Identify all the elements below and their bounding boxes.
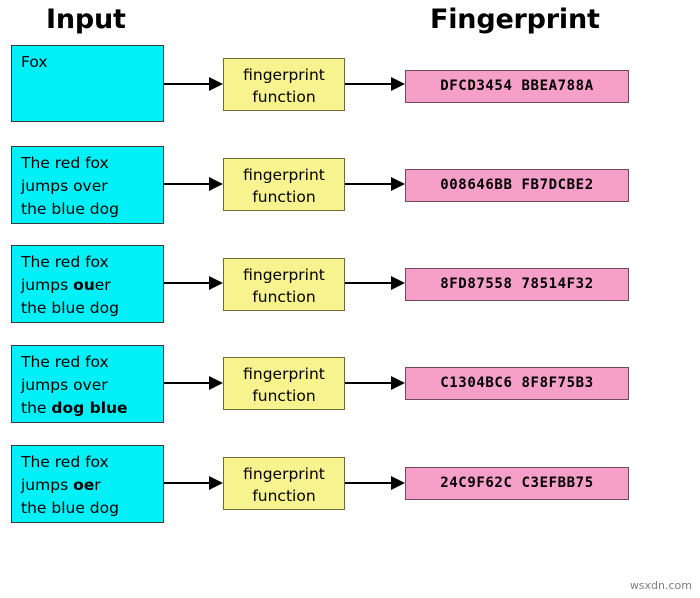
function-label-line-1: fingerprint: [243, 465, 325, 483]
function-label-line-2: function: [252, 88, 316, 106]
input-message-box: The red fox jumps over the dog blue: [11, 345, 164, 423]
input-text-line: the blue dog: [21, 198, 163, 221]
fingerprint-function-box: fingerprint function: [223, 457, 345, 510]
input-text-segment: the blue dog: [21, 299, 119, 317]
input-text-line: jumps oer: [21, 474, 163, 497]
arrow-shaft: [164, 382, 210, 384]
input-text-line: The red fox: [21, 351, 163, 374]
fingerprint-hash-box: 24C9F62C C3EFBB75: [405, 467, 629, 500]
arrow-input-to-function: [164, 276, 223, 290]
input-text-segment: er: [94, 276, 111, 294]
column-heading-input: Input: [46, 4, 126, 35]
function-label-line-2: function: [252, 387, 316, 405]
input-text-segment: The red fox: [21, 154, 109, 172]
arrow-function-to-fingerprint: [345, 276, 405, 290]
input-text-segment: The red fox: [21, 453, 109, 471]
arrow-shaft: [345, 183, 392, 185]
input-text-line: jumps over: [21, 374, 163, 397]
arrow-shaft: [164, 183, 210, 185]
input-text-segment: jumps over: [21, 376, 108, 394]
input-text-segment: r: [94, 476, 101, 494]
input-text-segment: jumps: [21, 276, 74, 294]
input-text-segment: jumps over: [21, 177, 108, 195]
arrow-shaft: [345, 482, 392, 484]
arrow-head-icon: [209, 476, 223, 490]
function-label-line-2: function: [252, 487, 316, 505]
arrow-input-to-function: [164, 177, 223, 191]
input-message-box: The red fox jumps over the blue dog: [11, 146, 164, 224]
input-message-box: The red fox jumps ouer the blue dog: [11, 245, 164, 323]
arrow-shaft: [164, 83, 210, 85]
arrow-head-icon: [391, 276, 405, 290]
input-text-segment: the blue dog: [21, 499, 119, 517]
fingerprint-hash-box: 008646BB FB7DCBE2: [405, 169, 629, 202]
arrow-function-to-fingerprint: [345, 376, 405, 390]
arrow-function-to-fingerprint: [345, 77, 405, 91]
input-text-line: jumps ouer: [21, 274, 163, 297]
arrow-head-icon: [209, 177, 223, 191]
arrow-shaft: [345, 282, 392, 284]
arrow-head-icon: [391, 177, 405, 191]
fingerprint-hash-box: DFCD3454 BBEA788A: [405, 70, 629, 103]
arrow-shaft: [164, 482, 210, 484]
input-text-line: The red fox: [21, 451, 163, 474]
input-message-box: The red fox jumps oer the blue dog: [11, 445, 164, 523]
arrow-head-icon: [209, 376, 223, 390]
input-text-emphasis: oe: [73, 476, 95, 494]
input-text-segment: the blue dog: [21, 200, 119, 218]
fingerprint-function-box: fingerprint function: [223, 357, 345, 410]
input-text-segment: jumps: [21, 476, 74, 494]
arrow-head-icon: [391, 476, 405, 490]
arrow-head-icon: [391, 77, 405, 91]
input-text-line: The red fox: [21, 251, 163, 274]
function-label-line-1: fingerprint: [243, 66, 325, 84]
arrow-shaft: [345, 83, 392, 85]
function-label-line-1: fingerprint: [243, 166, 325, 184]
input-text-line: jumps over: [21, 175, 163, 198]
arrow-input-to-function: [164, 77, 223, 91]
fingerprint-diagram: Input Fingerprint Fox fingerprint function…: [0, 0, 700, 598]
arrow-input-to-function: [164, 376, 223, 390]
arrow-function-to-fingerprint: [345, 177, 405, 191]
arrow-head-icon: [391, 376, 405, 390]
column-heading-fingerprint: Fingerprint: [430, 4, 600, 35]
function-label-line-2: function: [252, 288, 316, 306]
function-label-line-1: fingerprint: [243, 266, 325, 284]
input-text-segment: The red fox: [21, 353, 109, 371]
arrow-input-to-function: [164, 476, 223, 490]
arrow-shaft: [345, 382, 392, 384]
fingerprint-function-box: fingerprint function: [223, 158, 345, 211]
arrow-head-icon: [209, 276, 223, 290]
input-text-emphasis: ou: [73, 276, 95, 294]
input-text-line: Fox: [21, 51, 163, 74]
input-text-segment: The red fox: [21, 253, 109, 271]
input-text-line: The red fox: [21, 152, 163, 175]
input-text-line: the blue dog: [21, 497, 163, 520]
input-message-box: Fox: [11, 45, 164, 122]
input-text-line: the blue dog: [21, 297, 163, 320]
fingerprint-function-box: fingerprint function: [223, 58, 345, 111]
arrow-shaft: [164, 282, 210, 284]
fingerprint-hash-box: C1304BC6 8F8F75B3: [405, 367, 629, 400]
function-label-line-1: fingerprint: [243, 365, 325, 383]
function-label-line-2: function: [252, 188, 316, 206]
input-text-segment: the: [21, 399, 52, 417]
watermark: wsxdn.com: [629, 579, 692, 592]
input-text-line: the dog blue: [21, 397, 163, 420]
fingerprint-function-box: fingerprint function: [223, 258, 345, 311]
fingerprint-hash-box: 8FD87558 78514F32: [405, 268, 629, 301]
input-text-segment: Fox: [21, 53, 48, 71]
arrow-head-icon: [209, 77, 223, 91]
arrow-function-to-fingerprint: [345, 476, 405, 490]
input-text-emphasis: dog blue: [51, 399, 128, 417]
